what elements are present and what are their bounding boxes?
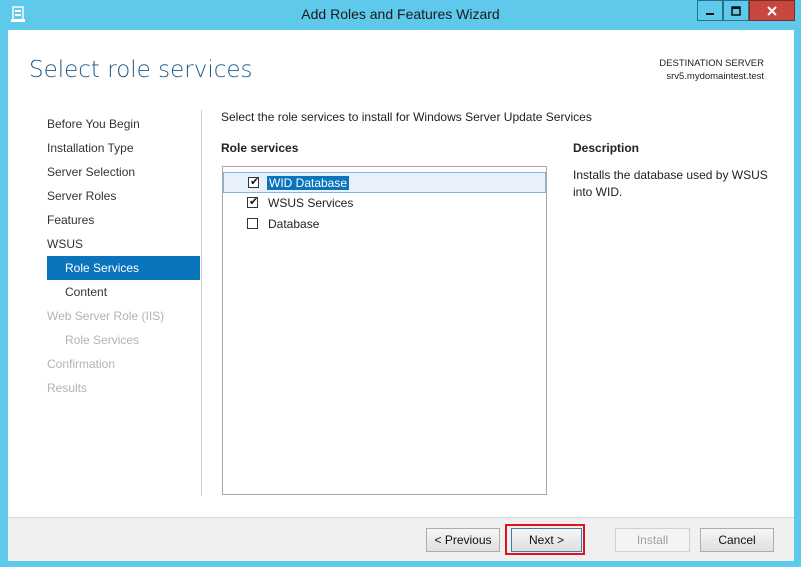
- checkbox-wsus-services[interactable]: ✔: [247, 195, 259, 208]
- intro-text: Select the role services to install for …: [221, 110, 592, 124]
- checkmark-icon: ✔: [249, 195, 259, 208]
- nav-item-server-roles[interactable]: Server Roles: [47, 184, 200, 208]
- destination-label: DESTINATION SERVER: [659, 58, 764, 69]
- wizard-nav: Before You Begin Installation Type Serve…: [47, 112, 200, 400]
- cancel-button[interactable]: Cancel: [700, 528, 774, 552]
- wizard-content: Select role services DESTINATION SERVER …: [8, 30, 794, 561]
- description-text: Installs the database used by WSUS into …: [573, 168, 768, 199]
- destination-server: DESTINATION SERVER srv5.mydomaintest.tes…: [659, 57, 764, 83]
- nav-item-wsus-role-services[interactable]: Role Services: [47, 256, 200, 280]
- nav-divider: [201, 110, 202, 496]
- previous-button[interactable]: < Previous: [426, 528, 500, 552]
- minimize-button[interactable]: [697, 0, 723, 21]
- next-button[interactable]: Next >: [511, 528, 582, 552]
- nav-item-content[interactable]: Content: [47, 280, 200, 304]
- list-item-wsus-services[interactable]: ✔ WSUS Services: [223, 193, 546, 214]
- list-item-wid-database[interactable]: ✔ WID Database: [223, 172, 546, 193]
- nav-item-installation-type[interactable]: Installation Type: [47, 136, 200, 160]
- nav-item-results: Results: [47, 381, 88, 395]
- nav-item-web-server-role: Web Server Role (IIS): [47, 309, 165, 323]
- button-bar: < Previous Next > Install Cancel: [8, 517, 794, 561]
- checkmark-icon: ✔: [250, 175, 260, 188]
- close-button[interactable]: [749, 0, 795, 21]
- checkbox-wid-database[interactable]: ✔: [248, 175, 260, 188]
- page-title: Select role services: [29, 57, 253, 83]
- list-item-label: WID Database: [267, 176, 350, 190]
- minimize-icon: [706, 12, 714, 15]
- nav-item-server-selection[interactable]: Server Selection: [47, 160, 200, 184]
- list-item-label: WSUS Services: [268, 196, 354, 210]
- window-title: Add Roles and Features Wizard: [301, 6, 500, 22]
- close-icon: [767, 5, 777, 16]
- nav-item-before-you-begin[interactable]: Before You Begin: [47, 112, 200, 136]
- checkbox-database[interactable]: [247, 218, 258, 229]
- wizard-window: Add Roles and Features Wizard Select rol…: [0, 0, 801, 567]
- list-item-database[interactable]: Database: [223, 214, 546, 235]
- role-services-heading: Role services: [221, 141, 299, 155]
- install-button: Install: [615, 528, 690, 552]
- destination-server-name: srv5.mydomaintest.test: [666, 71, 764, 82]
- nav-item-wsus[interactable]: WSUS: [47, 232, 200, 256]
- title-bar[interactable]: Add Roles and Features Wizard: [0, 0, 801, 30]
- nav-item-confirmation: Confirmation: [47, 357, 116, 371]
- list-item-label: Database: [268, 217, 320, 231]
- maximize-button[interactable]: [723, 0, 749, 21]
- nav-item-iis-role-services: Role Services: [65, 333, 140, 347]
- description-heading: Description: [573, 141, 640, 155]
- maximize-icon: [731, 5, 741, 16]
- nav-item-features[interactable]: Features: [47, 208, 200, 232]
- role-services-list[interactable]: ✔ WID Database ✔ WSUS Services Database: [222, 166, 547, 495]
